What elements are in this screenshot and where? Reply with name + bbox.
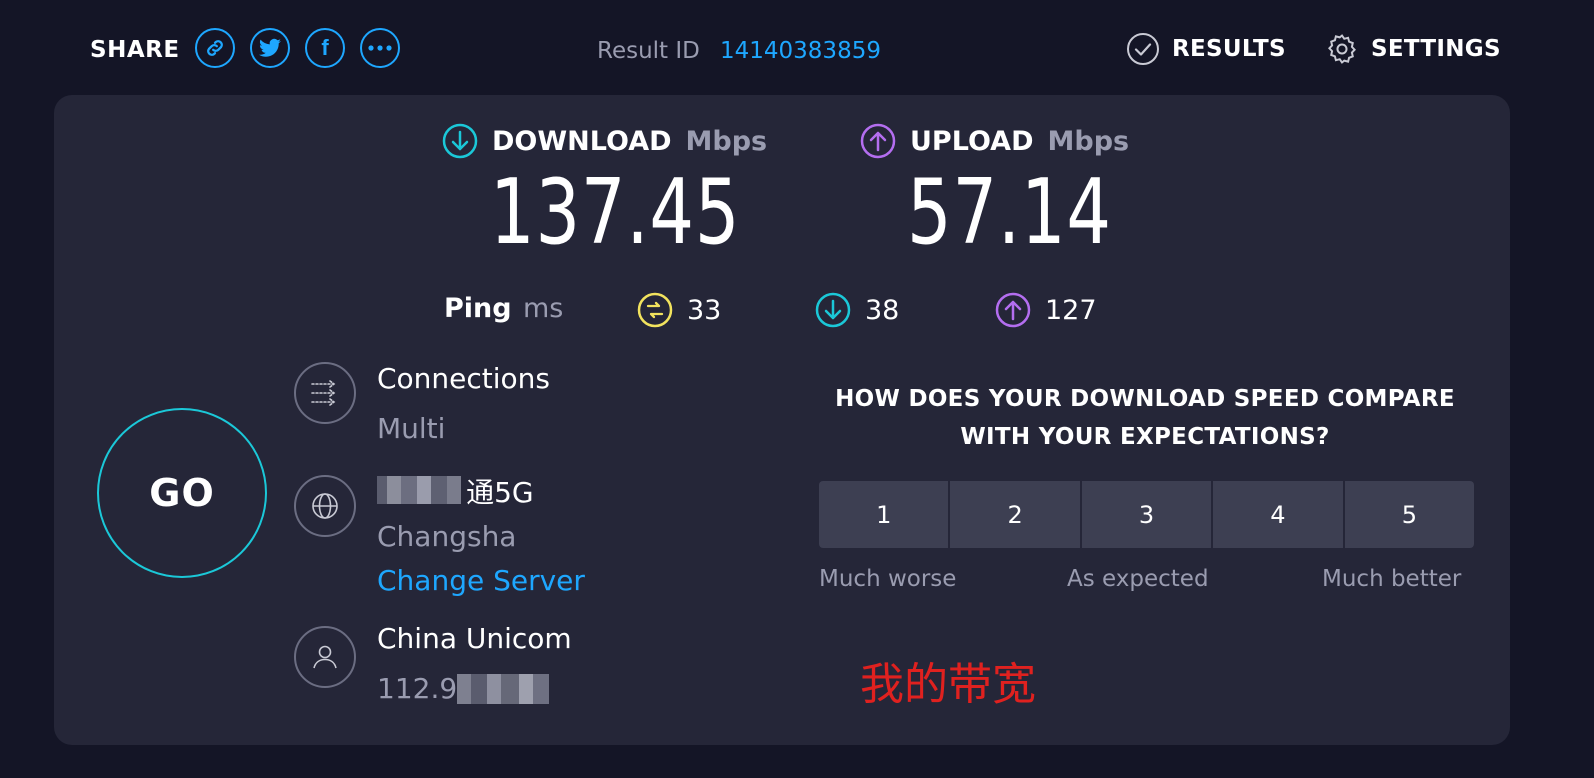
ping-download-value: 38 [865, 294, 900, 326]
results-link[interactable]: RESULTS [1126, 32, 1286, 66]
scale-low-label: Much worse [819, 566, 957, 592]
idle-latency-icon [637, 292, 673, 328]
upload-unit: Mbps [1047, 125, 1130, 157]
survey-question-line2: WITH YOUR EXPECTATIONS? [960, 424, 1330, 450]
handwritten-annotation: 我的带宽 [860, 659, 1036, 710]
change-server-link[interactable]: Change Server [377, 564, 585, 597]
redacted-ip-suffix [457, 673, 550, 704]
survey-question-line1: HOW DOES YOUR DOWNLOAD SPEED COMPARE [835, 386, 1455, 412]
rating-options: 1 2 3 4 5 [819, 481, 1475, 548]
globe-icon [294, 475, 356, 537]
connections-icon [294, 362, 356, 424]
download-label: DOWNLOAD [492, 125, 672, 157]
upload-arrow-icon [860, 123, 896, 159]
ping-idle: 33 [637, 292, 721, 328]
download-latency-icon [815, 292, 851, 328]
more-icon[interactable] [360, 28, 400, 68]
twitter-icon[interactable] [250, 28, 290, 68]
settings-label: SETTINGS [1371, 36, 1501, 62]
settings-link[interactable]: SETTINGS [1325, 32, 1501, 66]
ping-upload-value: 127 [1045, 294, 1097, 326]
server-name-row: 通5G [377, 471, 534, 511]
scale-mid-label: As expected [1067, 566, 1209, 592]
server-city: Changsha [377, 520, 517, 553]
provider-ip-row: 112.9 [377, 672, 550, 705]
rating-option-5[interactable]: 5 [1344, 481, 1475, 548]
provider-ip: 112.9 [377, 672, 458, 705]
result-id-label: Result ID [597, 38, 700, 64]
rating-option-3[interactable]: 3 [1081, 481, 1212, 548]
download-unit: Mbps [685, 125, 768, 157]
share-label: SHARE [90, 37, 180, 63]
upload-label: UPLOAD [910, 125, 1034, 157]
download-arrow-icon [442, 123, 478, 159]
ping-label: Ping [444, 293, 512, 324]
connections-value: Multi [377, 412, 446, 445]
rating-option-1[interactable]: 1 [819, 481, 949, 548]
go-button[interactable]: GO [97, 408, 267, 578]
server-name: 通5G [466, 476, 534, 509]
download-speed-value: 137.45 [490, 160, 741, 265]
upload-speed-value: 57.14 [907, 160, 1112, 265]
scale-high-label: Much better [1322, 566, 1462, 592]
check-circle-icon [1127, 33, 1159, 65]
ping-idle-value: 33 [687, 294, 722, 326]
redacted-server-prefix [377, 476, 461, 506]
facebook-icon[interactable]: f [305, 28, 345, 68]
ping-upload: 127 [995, 292, 1097, 328]
user-icon [294, 626, 356, 688]
connections-title: Connections [377, 362, 551, 395]
ping-download: 38 [815, 292, 899, 328]
rating-option-2[interactable]: 2 [950, 481, 1080, 548]
download-header: DOWNLOAD Mbps [442, 123, 767, 159]
result-id-link[interactable]: 14140383859 [720, 38, 881, 64]
results-label: RESULTS [1172, 36, 1286, 62]
upload-header: UPLOAD Mbps [860, 123, 1129, 159]
gear-icon [1328, 34, 1356, 64]
rating-option-4[interactable]: 4 [1213, 481, 1343, 548]
provider-name: China Unicom [377, 622, 572, 655]
survey-question: HOW DOES YOUR DOWNLOAD SPEED COMPARE WIT… [815, 380, 1475, 456]
link-icon[interactable] [195, 28, 235, 68]
ping-unit: ms [523, 293, 564, 324]
upload-latency-icon [995, 292, 1031, 328]
